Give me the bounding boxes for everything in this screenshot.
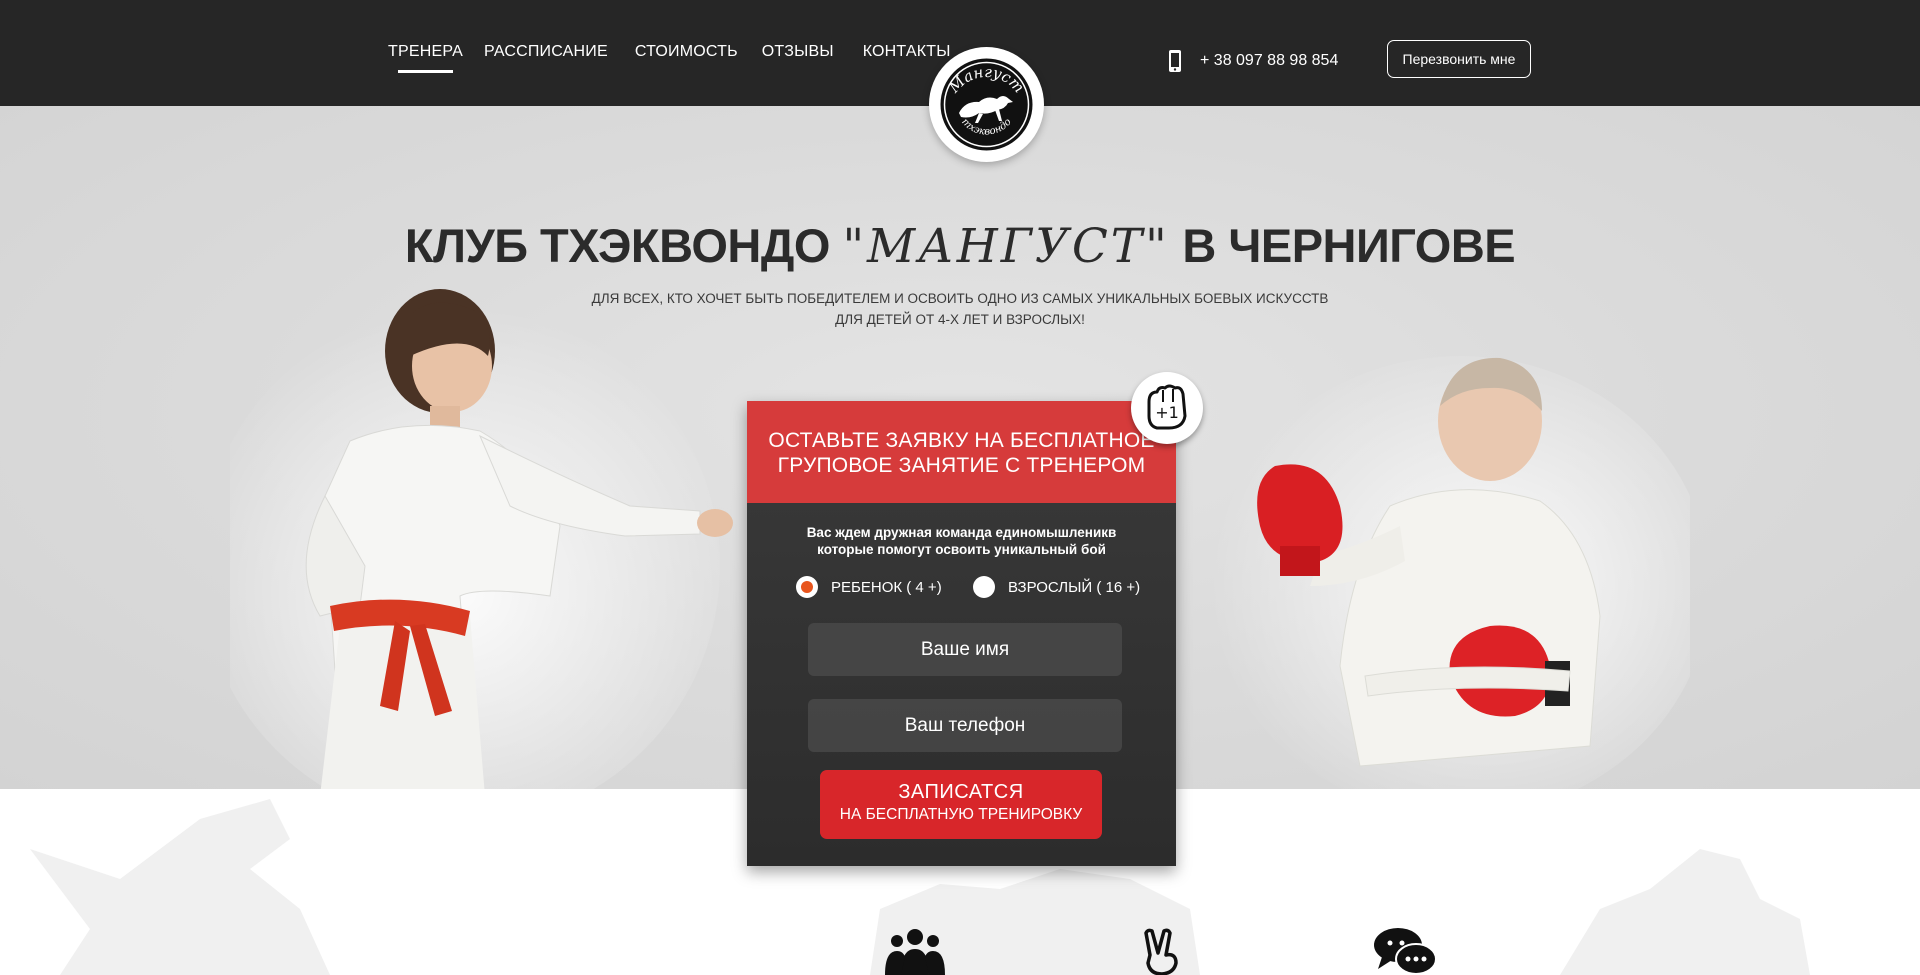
form-heading: ОСТАВЬТЕ ЗАЯВКУ НА БЕСПЛАТНОЕ ГРУПОВОЕ З…	[747, 401, 1176, 503]
nav-item-pricing[interactable]: СТОИМОСТЬ	[635, 43, 738, 61]
mobile-phone-icon	[1169, 50, 1181, 72]
form-description: Вас ждем дружная команда единомышленикв …	[747, 524, 1176, 558]
mongoose-logo-icon: Мангуст тхэквондо	[940, 58, 1033, 151]
hero-title: КЛУБ ТХЭКВОНДО "МАНГУСТ" В ЧЕРНИГОВЕ	[0, 218, 1920, 274]
hero-title-start: КЛУБ ТХЭКВОНДО	[404, 219, 843, 272]
team-icon	[885, 929, 945, 975]
hero-title-end: В ЧЕРНИГОВЕ	[1169, 219, 1516, 272]
signup-form: ОСТАВЬТЕ ЗАЯВКУ НА БЕСПЛАТНОЕ ГРУПОВОЕ З…	[747, 401, 1176, 866]
badge-text: +1	[1155, 403, 1179, 422]
main-nav: ТРЕНЕРА РАССПИСАНИЕ СТОИМОСТЬ ОТЗЫВЫ КОН…	[388, 43, 951, 73]
radio-adult-dot[interactable]	[973, 576, 995, 598]
hero-subtitle: ДЛЯ ВСЕХ, КТО ХОЧЕТ БЫТЬ ПОБЕДИТЕЛЕМ И О…	[0, 288, 1920, 330]
hero-subtitle-line2: ДЛЯ ДЕТЕЙ ОТ 4-Х ЛЕТ И ВЗРОСЛЫХ!	[835, 312, 1085, 327]
form-badge: +1	[1131, 372, 1203, 444]
nav-item-schedule[interactable]: РАССПИСАНИЕ	[484, 43, 608, 61]
karate-boy-image	[230, 289, 733, 789]
submit-button-sub: НА БЕСПЛАТНУЮ ТРЕНИРОВКУ	[839, 806, 1083, 823]
nav-item-reviews[interactable]: ОТЗЫВЫ	[762, 43, 834, 61]
callback-button[interactable]: Перезвонить мне	[1387, 40, 1531, 78]
victory-hand-icon	[1144, 928, 1178, 975]
phone-contact[interactable]: + 38 097 88 98 854	[1166, 49, 1338, 73]
hero-subtitle-line1: ДЛЯ ВСЕХ, КТО ХОЧЕТ БЫТЬ ПОБЕДИТЕЛЕМ И О…	[591, 291, 1329, 306]
submit-button-main: ЗАПИСАТСЯ	[898, 781, 1024, 803]
phone-input[interactable]	[808, 699, 1122, 752]
boxing-boy-image	[1210, 356, 1690, 789]
chat-bubbles-icon	[1374, 928, 1437, 975]
form-description-line1: Вас ждем дружная команда единомышленикв	[806, 525, 1117, 540]
name-input[interactable]	[808, 623, 1122, 676]
fist-icon: +1	[1147, 384, 1187, 430]
phone-number: + 38 097 88 98 854	[1200, 52, 1339, 69]
form-description-line2: которые помогут освоить уникальный бой	[817, 542, 1106, 557]
club-logo[interactable]: Мангуст тхэквондо	[929, 47, 1044, 162]
radio-child-dot[interactable]	[796, 576, 818, 598]
nav-item-trainers[interactable]: ТРЕНЕРА	[388, 43, 463, 73]
submit-button[interactable]: ЗАПИСАТСЯ НА БЕСПЛАТНУЮ ТРЕНИРОВКУ	[820, 770, 1102, 839]
form-heading-line2: ГРУПОВОЕ ЗАНЯТИЕ С ТРЕНЕРОМ	[777, 454, 1146, 477]
form-heading-line1: ОСТАВЬТЕ ЗАЯВКУ НА БЕСПЛАТНОЕ	[768, 429, 1155, 452]
radio-adult[interactable]: ВЗРОСЛЫЙ ( 16 +)	[973, 576, 1140, 598]
radio-child-label: РЕБЕНОК ( 4 +)	[831, 578, 942, 596]
radio-adult-label: ВЗРОСЛЫЙ ( 16 +)	[1008, 578, 1141, 596]
hero-title-brand: "МАНГУСТ"	[842, 219, 1170, 274]
radio-child[interactable]: РЕБЕНОК ( 4 +)	[796, 576, 942, 598]
